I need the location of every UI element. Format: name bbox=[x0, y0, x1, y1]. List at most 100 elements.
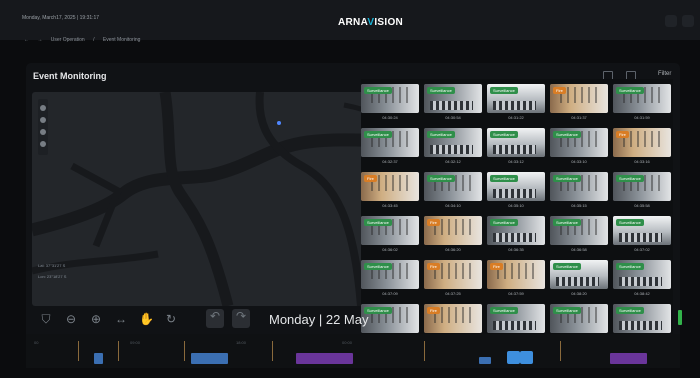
event-type-badge: Surveillance bbox=[490, 175, 518, 182]
crowd-figures bbox=[556, 277, 599, 286]
playback-toolbar: ⛉ ⊖ ⊕ ↔ ✋ ↻ ↶ ↷ Monday | 22 May bbox=[26, 302, 368, 332]
event-time: 04:35:15 bbox=[571, 203, 587, 208]
zoom-out-icon[interactable] bbox=[40, 117, 46, 123]
timeline-marker bbox=[424, 341, 425, 361]
event-thumbnail[interactable]: Fire 04:37:25 bbox=[424, 260, 482, 300]
crowd-figures bbox=[619, 277, 662, 286]
top-icon[interactable] bbox=[665, 15, 677, 27]
timeline-tick: 18:00 bbox=[236, 340, 247, 345]
bucket-icon[interactable]: ⛉ bbox=[39, 312, 53, 326]
event-thumbnail[interactable]: Surveillance 04:33:10 bbox=[550, 128, 608, 168]
camera-image: Surveillance bbox=[361, 84, 419, 113]
timeline[interactable]: 00 09:00 18:00 00:00 bbox=[26, 334, 680, 368]
event-type-badge: Surveillance bbox=[490, 87, 518, 94]
timeline-event[interactable] bbox=[479, 357, 491, 364]
event-thumbnail[interactable]: Fire 04:36:20 bbox=[424, 216, 482, 256]
event-time: 04:30:24 bbox=[382, 115, 398, 120]
event-thumbnail[interactable]: Surveillance 04:36:58 bbox=[550, 216, 608, 256]
event-type-badge: Surveillance bbox=[427, 131, 455, 138]
top-icon[interactable] bbox=[682, 15, 694, 27]
timeline-event[interactable] bbox=[610, 353, 647, 364]
event-thumbnail[interactable]: Surveillance 04:35:58 bbox=[613, 172, 671, 212]
zoom-out-icon[interactable]: ⊖ bbox=[64, 312, 78, 326]
camera-image: Fire bbox=[361, 172, 419, 201]
event-thumbnail[interactable]: Surveillance 04:36:02 bbox=[361, 216, 419, 256]
datetime-label: Monday, March17, 2025 | 19:31:17 bbox=[22, 15, 100, 21]
event-type-badge: Surveillance bbox=[553, 219, 581, 226]
camera-image: Surveillance bbox=[424, 128, 482, 157]
camera-image: Surveillance bbox=[550, 260, 608, 289]
event-time: 04:33:45 bbox=[382, 203, 398, 208]
layers-icon[interactable] bbox=[40, 141, 46, 147]
event-type-badge: Surveillance bbox=[553, 131, 581, 138]
event-thumbnail[interactable]: Surveillance 04:37:02 bbox=[613, 216, 671, 256]
camera-image: Fire bbox=[550, 84, 608, 113]
camera-image: Surveillance bbox=[487, 128, 545, 157]
event-thumbnail[interactable]: Surveillance 04:32:37 bbox=[361, 128, 419, 168]
redo-icon[interactable]: ↷ bbox=[232, 309, 250, 328]
event-thumbnail[interactable]: Surveillance 04:31:59 bbox=[613, 84, 671, 124]
hand-icon[interactable]: ✋ bbox=[139, 312, 154, 326]
undo-icon[interactable]: ↶ bbox=[206, 309, 224, 328]
coordinate-lat: Lat: 37°31'27 S bbox=[38, 263, 66, 268]
timeline-cluster-marker[interactable] bbox=[507, 351, 520, 364]
event-type-badge: Surveillance bbox=[616, 219, 644, 226]
timeline-marker bbox=[184, 341, 185, 361]
event-thumbnail[interactable]: Surveillance 04:30:24 bbox=[361, 84, 419, 124]
event-thumbnail[interactable]: Surveillance 04:35:10 bbox=[487, 172, 545, 212]
refresh-icon[interactable]: ↻ bbox=[164, 312, 178, 326]
event-time: 04:38:42 bbox=[634, 291, 650, 296]
camera-image: Fire bbox=[424, 304, 482, 333]
camera-image: Fire bbox=[613, 128, 671, 157]
locate-icon[interactable] bbox=[40, 129, 46, 135]
event-time: 04:30:54 bbox=[445, 115, 461, 120]
event-thumbnail[interactable]: Fire 04:31:37 bbox=[550, 84, 608, 124]
event-type-badge: Surveillance bbox=[553, 175, 581, 182]
forward-icon[interactable]: → bbox=[37, 37, 42, 43]
event-time: 04:36:20 bbox=[445, 247, 461, 252]
timeline-event[interactable] bbox=[94, 353, 103, 364]
camera-image: Fire bbox=[424, 216, 482, 245]
event-thumbnail[interactable]: Surveillance 04:33:12 bbox=[487, 128, 545, 168]
timeline-cluster-marker[interactable] bbox=[520, 351, 533, 364]
zoom-in-icon[interactable]: ⊕ bbox=[89, 312, 103, 326]
logo-prefix: ARNA bbox=[338, 17, 368, 28]
event-type-badge: Fire bbox=[616, 131, 629, 138]
camera-image: Surveillance bbox=[550, 172, 608, 201]
zoom-in-icon[interactable] bbox=[40, 105, 46, 111]
event-thumbnail[interactable]: Surveillance 04:31:22 bbox=[487, 84, 545, 124]
event-time: 04:35:58 bbox=[634, 203, 650, 208]
event-thumbnail[interactable]: Surveillance 04:36:35 bbox=[487, 216, 545, 256]
event-thumbnail[interactable]: Surveillance 04:37:09 bbox=[361, 260, 419, 300]
event-gallery[interactable]: Surveillance 04:30:24 Surveillance 04:30:54… bbox=[361, 79, 673, 348]
filter-button[interactable]: Filter bbox=[658, 71, 671, 77]
event-type-badge: Surveillance bbox=[616, 175, 644, 182]
event-type-badge: Fire bbox=[427, 219, 440, 226]
event-thumbnail[interactable]: Surveillance 04:32:12 bbox=[424, 128, 482, 168]
back-icon[interactable]: ← bbox=[24, 37, 29, 43]
event-type-badge: Surveillance bbox=[616, 263, 644, 270]
crowd-figures bbox=[493, 233, 536, 242]
event-thumbnail[interactable]: Fire 04:33:16 bbox=[613, 128, 671, 168]
event-type-badge: Fire bbox=[427, 263, 440, 270]
timeline-event[interactable] bbox=[191, 353, 228, 364]
camera-image: Surveillance bbox=[424, 172, 482, 201]
event-type-badge: Fire bbox=[553, 87, 566, 94]
timeline-event[interactable] bbox=[296, 353, 353, 364]
event-time: 04:36:58 bbox=[571, 247, 587, 252]
event-thumbnail[interactable]: Surveillance 04:30:54 bbox=[424, 84, 482, 124]
event-thumbnail[interactable]: Fire 04:33:45 bbox=[361, 172, 419, 212]
event-thumbnail[interactable]: Surveillance 04:38:20 bbox=[550, 260, 608, 300]
event-time: 04:37:09 bbox=[382, 291, 398, 296]
event-thumbnail[interactable]: Fire 04:37:59 bbox=[487, 260, 545, 300]
camera-image: Surveillance bbox=[487, 172, 545, 201]
breadcrumb-section[interactable]: User Operation bbox=[51, 37, 85, 43]
top-bar: Monday, March17, 2025 | 19:31:17 ARNAVIS… bbox=[0, 0, 700, 40]
fit-width-icon[interactable]: ↔ bbox=[114, 312, 128, 326]
event-type-badge: Fire bbox=[364, 175, 377, 182]
event-thumbnail[interactable]: Surveillance 04:35:15 bbox=[550, 172, 608, 212]
event-thumbnail[interactable]: Surveillance 04:38:42 bbox=[613, 260, 671, 300]
timeline-marker bbox=[272, 341, 273, 361]
event-type-badge: Surveillance bbox=[616, 307, 644, 314]
event-thumbnail[interactable]: Surveillance 04:34:10 bbox=[424, 172, 482, 212]
